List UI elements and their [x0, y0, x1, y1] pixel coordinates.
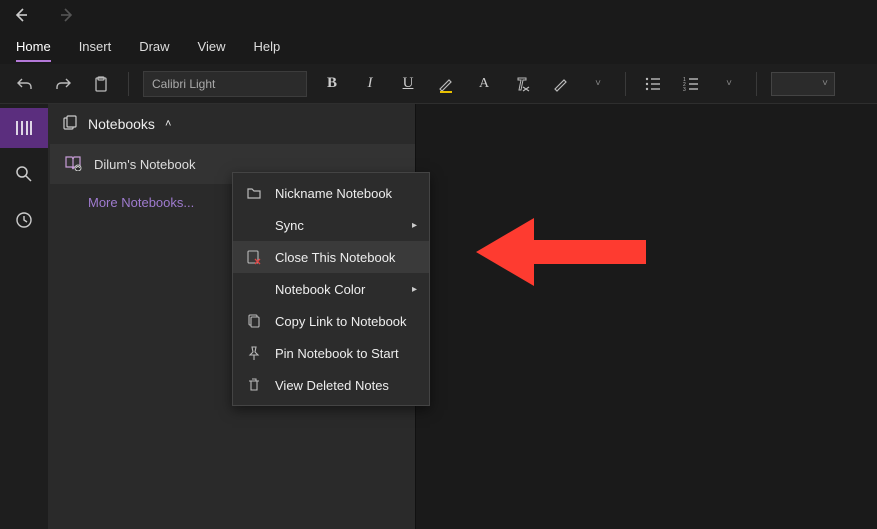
blank-icon: [245, 216, 263, 234]
copy-link-icon: [245, 312, 263, 330]
notebook-icon: [64, 155, 82, 174]
chevron-right-icon: ▸: [412, 220, 417, 231]
styles-dropdown[interactable]: ˅: [771, 72, 835, 96]
notebook-context-menu: Nickname Notebook Sync ▸ Close This Note…: [232, 172, 430, 406]
ctx-nickname-notebook[interactable]: Nickname Notebook: [233, 177, 429, 209]
close-notebook-icon: [245, 248, 263, 266]
bulleted-list-button[interactable]: [640, 71, 666, 97]
search-rail-button[interactable]: [0, 154, 48, 194]
format-painter-button[interactable]: [547, 71, 573, 97]
tab-view[interactable]: View: [198, 39, 226, 62]
left-rail: [0, 104, 48, 529]
forward-button[interactable]: [56, 7, 80, 26]
chevron-up-icon: ˄: [165, 118, 171, 130]
titlebar: [0, 0, 877, 32]
font-color-button[interactable]: A: [471, 71, 497, 97]
separator: [128, 72, 129, 96]
clear-formatting-button[interactable]: [509, 71, 535, 97]
paragraph-dropdown[interactable]: ˅: [716, 71, 742, 97]
notebooks-header-label: Notebooks: [88, 116, 155, 132]
ctx-label: Nickname Notebook: [275, 186, 392, 201]
highlight-button[interactable]: [433, 71, 459, 97]
ctx-label: Pin Notebook to Start: [275, 346, 399, 361]
ctx-notebook-color[interactable]: Notebook Color ▸: [233, 273, 429, 305]
bold-button[interactable]: B: [319, 71, 345, 97]
blank-icon: [245, 280, 263, 298]
ctx-label: Copy Link to Notebook: [275, 314, 407, 329]
separator: [625, 72, 626, 96]
notebooks-rail-button[interactable]: [0, 108, 48, 148]
svg-text:3: 3: [683, 87, 686, 93]
ctx-label: View Deleted Notes: [275, 378, 389, 393]
notebooks-header[interactable]: Notebooks ˄: [48, 104, 415, 144]
main-tabs: Home Insert Draw View Help: [0, 32, 877, 64]
notebook-stack-icon: [62, 115, 78, 134]
pin-icon: [245, 344, 263, 362]
tab-draw[interactable]: Draw: [139, 39, 169, 62]
folder-icon: [245, 184, 263, 202]
numbered-list-button[interactable]: 123: [678, 71, 704, 97]
redo-button[interactable]: [50, 71, 76, 97]
separator: [756, 72, 757, 96]
italic-button[interactable]: I: [357, 71, 383, 97]
underline-button[interactable]: U: [395, 71, 421, 97]
recent-rail-button[interactable]: [0, 200, 48, 240]
font-family-input[interactable]: [143, 71, 307, 97]
ctx-pin-to-start[interactable]: Pin Notebook to Start: [233, 337, 429, 369]
back-button[interactable]: [8, 7, 32, 26]
annotation-arrow: [476, 214, 646, 290]
tab-insert[interactable]: Insert: [79, 39, 112, 62]
notebook-item-label: Dilum's Notebook: [94, 157, 195, 172]
ctx-label: Notebook Color: [275, 282, 365, 297]
ctx-label: Close This Notebook: [275, 250, 395, 265]
chevron-right-icon: ▸: [412, 284, 417, 295]
ctx-sync[interactable]: Sync ▸: [233, 209, 429, 241]
more-formatting-dropdown[interactable]: ˅: [585, 71, 611, 97]
trash-icon: [245, 376, 263, 394]
ctx-view-deleted[interactable]: View Deleted Notes: [233, 369, 429, 401]
tab-home[interactable]: Home: [16, 39, 51, 62]
clipboard-button[interactable]: [88, 71, 114, 97]
page-canvas: [416, 104, 877, 529]
tab-help[interactable]: Help: [254, 39, 281, 62]
undo-button[interactable]: [12, 71, 38, 97]
ctx-close-notebook[interactable]: Close This Notebook: [233, 241, 429, 273]
ribbon: B I U A ˅ 123 ˅ ˅: [0, 64, 877, 104]
ctx-copy-link[interactable]: Copy Link to Notebook: [233, 305, 429, 337]
ctx-label: Sync: [275, 218, 304, 233]
